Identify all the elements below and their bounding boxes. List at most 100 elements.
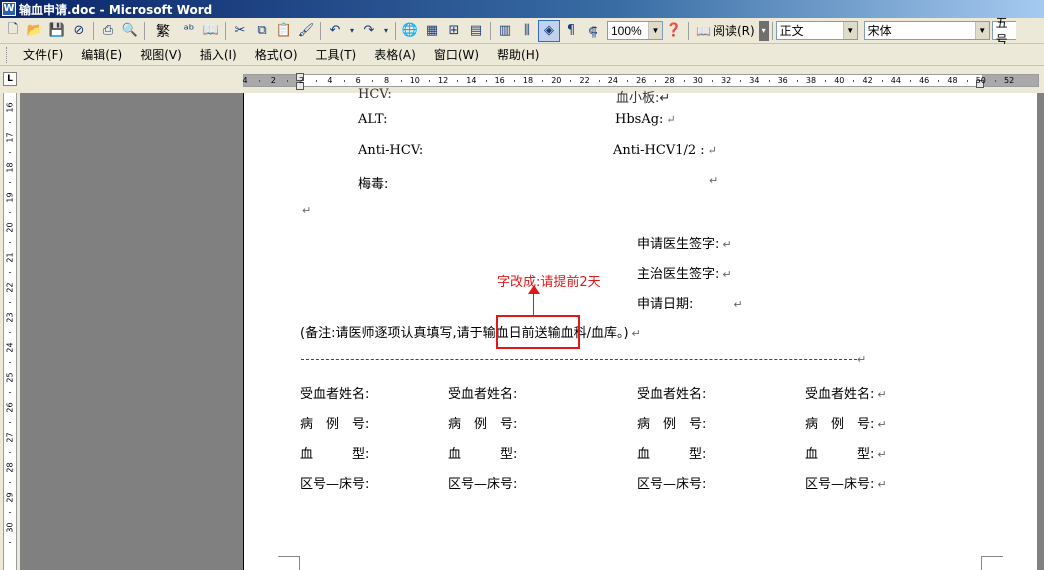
tables-borders-icon[interactable]: ▦ xyxy=(421,20,443,42)
annotation-arrow-icon xyxy=(528,285,540,294)
redo-dropdown-icon[interactable]: ▾ xyxy=(380,20,392,42)
ruler-tick-label: 42 xyxy=(862,76,873,85)
ruler-tick-label: 34 xyxy=(749,76,760,85)
annotation-highlight-box xyxy=(496,315,580,349)
drawing-icon[interactable]: ⫼ xyxy=(516,20,538,42)
test-anti-hcv: Anti-HCV: xyxy=(358,143,424,158)
ward-bed-col3: 区号—床号: xyxy=(637,477,707,492)
menu-grip xyxy=(6,46,9,63)
spelling-icon[interactable]: ᵃᵇ xyxy=(178,20,200,42)
menu-window[interactable]: 窗口(W) xyxy=(425,45,488,65)
toolbar-separator xyxy=(688,21,689,40)
print-icon[interactable]: ⎙ xyxy=(97,20,119,42)
vertical-ruler-tick-mark xyxy=(9,332,11,333)
show-formatting-icon[interactable]: ¶ xyxy=(560,20,582,42)
pilcrow-icon[interactable]: ⸿ xyxy=(582,20,604,42)
test-anti-hcv12: Anti-HCV1/2 : ↵ xyxy=(613,143,717,158)
menu-table[interactable]: 表格(A) xyxy=(365,45,425,65)
ruler-tick-label: 6 xyxy=(355,76,361,85)
vertical-ruler-tick-label: 22 xyxy=(5,282,15,293)
open-folder-icon[interactable]: 📂 xyxy=(24,20,46,42)
chevron-down-icon[interactable]: ▼ xyxy=(974,22,989,39)
zoom-select[interactable]: 100% ▼ xyxy=(607,21,663,40)
toolbar-options-icon[interactable]: ▾ xyxy=(758,20,769,41)
font-size-select[interactable]: 五号 xyxy=(991,16,1016,47)
document-page[interactable]: HCV: 血小板:↵ ALT: HbsAg: ↵ Anti-HCV: Anti-H… xyxy=(243,87,1037,570)
menu-file[interactable]: 文件(F) xyxy=(14,45,72,65)
save-icon[interactable]: 💾 xyxy=(46,20,68,42)
vertical-ruler-tick-label: 27 xyxy=(5,432,15,443)
hyperlink-icon[interactable]: 🌐 xyxy=(399,20,421,42)
font-select[interactable]: 宋体 ▼ xyxy=(863,21,990,40)
vertical-ruler-tick-mark xyxy=(9,152,11,153)
tab-selector[interactable]: L xyxy=(3,72,17,86)
ward-bed-col1: 区号—床号: xyxy=(300,477,370,492)
ruler-tick-mark xyxy=(513,80,515,82)
ruler-tick-label: 46 xyxy=(919,76,930,85)
ruler-tick-mark xyxy=(542,80,544,82)
paste-icon[interactable]: 📋 xyxy=(273,20,295,42)
ruler-tick-mark xyxy=(825,80,827,82)
recipient-name-col4: 受血者姓名: ↵ xyxy=(805,387,887,402)
undo-dropdown-icon[interactable]: ▾ xyxy=(346,20,358,42)
ruler-tick-label: 24 xyxy=(607,76,618,85)
ruler-tick-label: 52 xyxy=(1004,76,1015,85)
read-mode-button[interactable]: 📖 阅读(R) xyxy=(692,20,759,42)
ruler-tick-label: 48 xyxy=(947,76,958,85)
cut-off-line-left: HCV: xyxy=(358,87,392,102)
format-painter-icon[interactable]: 🖌 xyxy=(295,20,317,42)
ruler-tick-label: 4 xyxy=(327,76,333,85)
case-number-col1: 病 例 号: xyxy=(300,417,370,432)
vertical-ruler-tick-label: 19 xyxy=(5,192,15,203)
ruler-tick-label: 30 xyxy=(692,76,703,85)
horizontal-ruler[interactable]: 4 2 2 4 6 8 10 12 14 16 18 20 22 24 26 28 30 32 34 36 38 40 42… xyxy=(242,73,1039,90)
ruler-tick-mark xyxy=(711,80,713,82)
case-number-col3: 病 例 号: xyxy=(637,417,707,432)
recipient-name-col2: 受血者姓名: xyxy=(448,387,518,402)
ruler-tick-mark xyxy=(259,80,261,82)
vertical-ruler-tick-label: 26 xyxy=(5,402,15,413)
vertical-ruler[interactable]: 16 17 18 19 20 21 22 23 24 25 26 27 28 29 30 xyxy=(0,93,20,570)
chevron-down-icon[interactable]: ▼ xyxy=(842,22,857,39)
annotation-arrow-line xyxy=(533,291,534,315)
document-map-icon[interactable]: ◈ xyxy=(538,19,560,42)
ruler-tick-label: 32 xyxy=(721,76,732,85)
permission-icon[interactable]: ⊘ xyxy=(68,20,90,42)
ward-bed-col2: 区号—床号: xyxy=(448,477,518,492)
title-bar: W 输血申请.doc - Microsoft Word xyxy=(0,0,1044,18)
cut-icon[interactable]: ✂ xyxy=(229,20,251,42)
undo-icon[interactable]: ↶ xyxy=(324,20,346,42)
columns-icon[interactable]: ▥ xyxy=(494,20,516,42)
traditional-chinese-button[interactable]: 繁 xyxy=(148,20,178,42)
cut-off-line-right: 血小板:↵ xyxy=(616,91,671,106)
copy-icon[interactable]: ⧉ xyxy=(251,20,273,42)
ruler-tick-mark xyxy=(910,80,912,82)
vertical-ruler-tick-mark xyxy=(9,212,11,213)
ruler-tick-label: 38 xyxy=(805,76,817,85)
ruler-tick-label: 44 xyxy=(890,76,901,85)
ruler-tick-mark xyxy=(768,80,770,82)
style-value: 正文 xyxy=(779,24,804,38)
recipient-name-col1: 受血者姓名: xyxy=(300,387,370,402)
style-select[interactable]: 正文 ▼ xyxy=(775,21,858,40)
toolbar-separator xyxy=(490,21,491,40)
menu-help[interactable]: 帮助(H) xyxy=(488,45,548,65)
ruler-tick-label: 20 xyxy=(551,76,562,85)
ruler-tick-label: 4 xyxy=(242,76,248,85)
menu-format[interactable]: 格式(O) xyxy=(246,45,307,65)
new-document-icon[interactable]: 🗋 xyxy=(2,20,24,42)
help-icon[interactable]: ❓ xyxy=(663,20,685,42)
insert-excel-icon[interactable]: ▤ xyxy=(465,20,487,42)
word-doc-icon: W xyxy=(2,2,16,16)
print-preview-icon[interactable]: 🔍 xyxy=(119,20,141,42)
ruler-tick-label: 22 xyxy=(579,76,590,85)
menu-view[interactable]: 视图(V) xyxy=(131,45,191,65)
insert-table-icon[interactable]: ⊞ xyxy=(443,20,465,42)
ruler-tick-mark xyxy=(400,80,402,82)
chevron-down-icon[interactable]: ▼ xyxy=(648,22,662,39)
research-icon[interactable]: 📖 xyxy=(200,20,222,42)
menu-tools[interactable]: 工具(T) xyxy=(307,45,366,65)
redo-icon[interactable]: ↷ xyxy=(358,20,380,42)
menu-insert[interactable]: 插入(I) xyxy=(191,45,246,65)
menu-edit[interactable]: 编辑(E) xyxy=(72,45,131,65)
